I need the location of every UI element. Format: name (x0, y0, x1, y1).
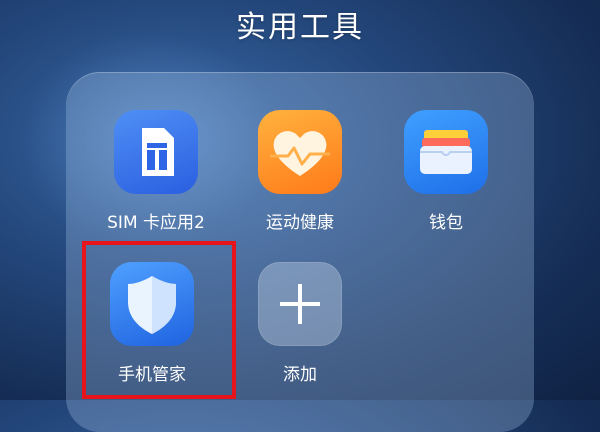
app-label-wallet: 钱包 (429, 213, 463, 233)
app-health[interactable]: 运动健康 (230, 110, 370, 240)
app-label-sim-card: SIM 卡应用2 (107, 213, 205, 233)
highlight-box (82, 241, 236, 399)
wallet-icon[interactable] (404, 110, 488, 194)
app-label-add: 添加 (283, 365, 317, 385)
heart-pulse-icon[interactable] (258, 110, 342, 194)
plus-icon[interactable] (258, 262, 342, 346)
app-sim-card[interactable]: SIM 卡应用2 (86, 110, 226, 240)
app-label-health: 运动健康 (266, 213, 334, 233)
app-wallet[interactable]: 钱包 (376, 110, 516, 240)
sim-card-icon[interactable] (114, 110, 198, 194)
app-add[interactable]: 添加 (230, 262, 370, 392)
folder-title: 实用工具 (236, 10, 364, 45)
